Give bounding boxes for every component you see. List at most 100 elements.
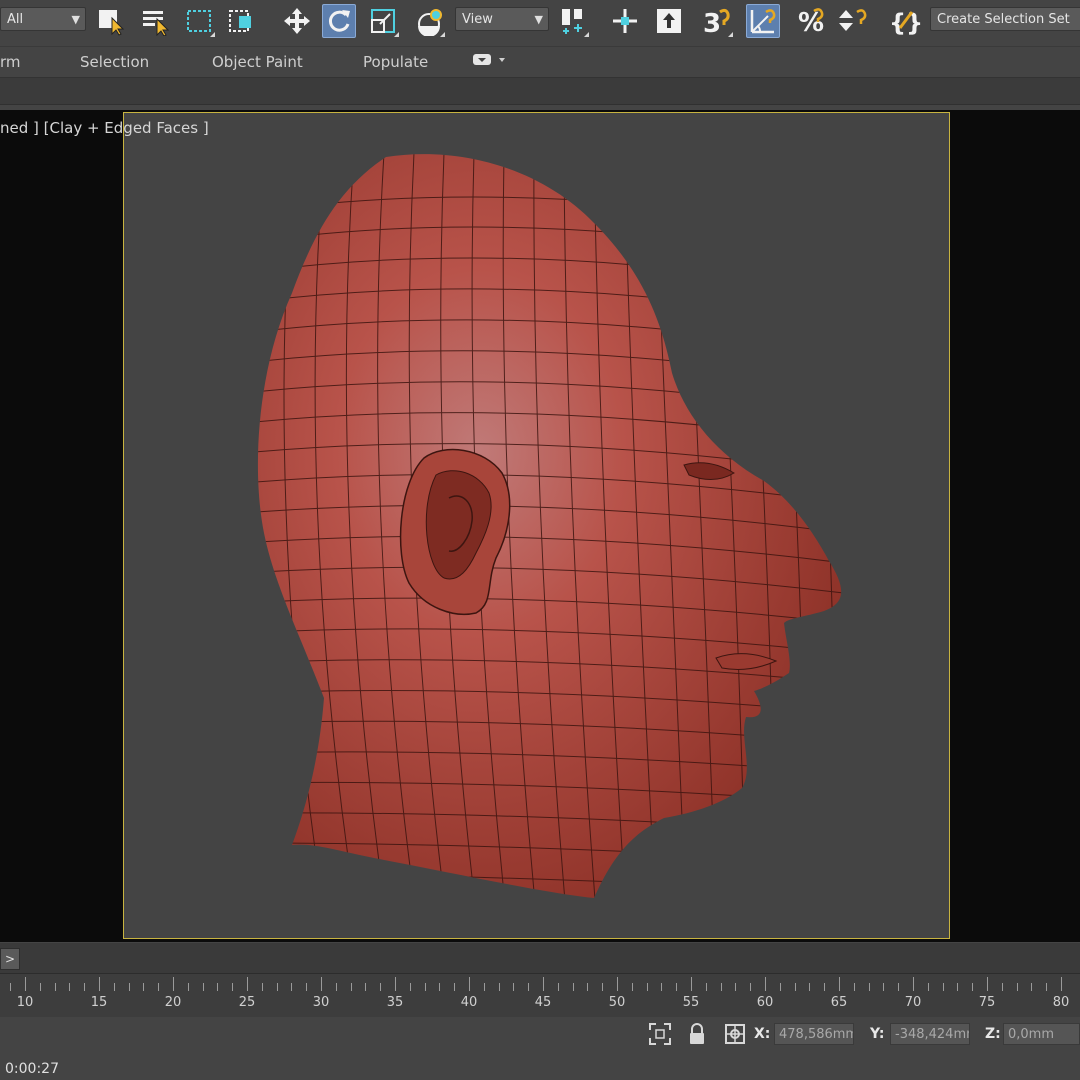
tab-object-paint[interactable]: Object Paint <box>212 53 303 71</box>
trackbar-tick <box>750 983 752 991</box>
trackbar-tick <box>113 983 115 991</box>
trackbar-tick <box>187 983 189 991</box>
angle-snap-icon <box>750 9 776 34</box>
trackbar-tick <box>883 983 885 991</box>
ribbon-options-icon <box>473 54 505 65</box>
select-by-name-button[interactable] <box>138 4 172 38</box>
trackbar-tick <box>39 983 41 991</box>
flyout-indicator <box>210 32 215 37</box>
trackbar-tick <box>735 983 737 991</box>
move-icon <box>284 8 310 34</box>
trackbar-tick <box>720 983 722 991</box>
trackbar-tick <box>898 983 900 991</box>
trackbar-tick-label: 70 <box>904 995 922 1010</box>
trackbar-tick <box>454 983 456 991</box>
trackbar-tick <box>972 983 974 991</box>
tab-freeform[interactable]: rm <box>0 53 21 71</box>
percent-snap-toggle-button[interactable]: % <box>794 4 828 38</box>
trackbar-tick-label: 75 <box>978 995 996 1010</box>
trackbar-tick-label: 50 <box>608 995 626 1010</box>
trackbar-tick-label: 20 <box>164 995 182 1010</box>
select-object-button[interactable] <box>94 4 128 38</box>
trackbar-tick <box>868 983 870 991</box>
z-label: Z: <box>985 1026 1001 1042</box>
y-coordinate-field[interactable]: -348,424mm <box>890 1023 970 1045</box>
select-and-scale-button[interactable] <box>366 4 400 38</box>
main-toolbar: All ▼ View ▼ 3 % {} Create Selection Se… <box>0 0 1080 47</box>
trackbar-tick <box>498 983 500 991</box>
trackbar-tick <box>927 983 929 991</box>
trackbar-tick <box>765 977 766 991</box>
lock-icon <box>690 1023 704 1044</box>
tab-populate[interactable]: Populate <box>363 53 428 71</box>
x-coordinate-field[interactable]: 478,586mm <box>774 1023 854 1045</box>
selection-filter-value: All <box>7 12 24 27</box>
time-slider[interactable]: > <box>0 943 1080 973</box>
snaps-toggle-button[interactable]: 3 <box>700 4 734 38</box>
trackbar-tick <box>469 977 470 991</box>
trackbar-tick <box>84 983 86 991</box>
tab-selection[interactable]: Selection <box>80 53 149 71</box>
trackbar-tick <box>350 983 352 991</box>
trackbar-tick <box>424 983 426 991</box>
trackbar-tick <box>1046 983 1048 991</box>
angle-snap-toggle-button[interactable] <box>746 4 780 38</box>
trackbar-tick <box>957 983 959 991</box>
trackbar-tick <box>335 983 337 991</box>
trackbar-tick <box>158 983 160 991</box>
trackbar-tick-label: 40 <box>460 995 478 1010</box>
trackbar-tick-label: 15 <box>90 995 108 1010</box>
trackbar-tick <box>942 983 944 991</box>
percent-snap-icon: % <box>798 8 824 36</box>
trackbar-tick <box>380 983 382 991</box>
trackbar-tick <box>572 983 574 991</box>
edit-named-selection-sets-button[interactable]: { } <box>888 4 922 38</box>
select-and-rotate-button[interactable] <box>322 4 356 38</box>
isolate-selection-button[interactable] <box>648 1022 672 1050</box>
trackbar-tick <box>202 983 204 991</box>
trackbar-tick-label: 55 <box>682 995 700 1010</box>
named-selection-placeholder: Create Selection Set <box>937 12 1070 27</box>
pivot-point-center-button[interactable] <box>556 4 590 38</box>
trackbar-ticks <box>0 977 1080 991</box>
trackbar-tick <box>276 983 278 991</box>
trackbar-tick <box>1001 983 1003 991</box>
rectangular-selection-button[interactable] <box>182 4 216 38</box>
chevron-down-icon: ▼ <box>534 13 543 26</box>
perspective-viewport[interactable]: ned ] [Clay + Edged Faces ] <box>0 110 1080 942</box>
trackbar-tick <box>128 983 130 991</box>
spinner-snap-icon <box>839 9 867 31</box>
trackbar-tick <box>839 977 840 991</box>
selection-filter-dropdown[interactable]: All ▼ <box>0 7 86 31</box>
spinner-snap-toggle-button[interactable] <box>836 4 870 38</box>
select-and-place-button[interactable] <box>412 4 446 38</box>
select-and-manipulate-button[interactable] <box>608 4 642 38</box>
flyout-indicator <box>584 32 589 37</box>
chevron-down-icon: ▼ <box>71 13 80 26</box>
absolute-mode-transform-toggle[interactable] <box>723 1022 747 1050</box>
named-selection-sets-dropdown[interactable]: Create Selection Set <box>930 7 1080 31</box>
svg-text:}: } <box>906 9 922 36</box>
trackbar[interactable]: 10 15 20 25 30 35 40 45 50 55 60 65 70 75 80 <box>0 973 1080 1018</box>
ribbon-options-button[interactable] <box>472 52 508 72</box>
trackbar-tick <box>483 983 485 991</box>
trackbar-tick <box>365 983 367 991</box>
time-slider-next-button[interactable]: > <box>0 948 20 970</box>
select-and-move-button[interactable] <box>280 4 314 38</box>
trackbar-tick <box>587 983 589 991</box>
svg-text:%: % <box>798 8 824 36</box>
trackbar-tick <box>291 983 293 991</box>
trackbar-tick-label: 25 <box>238 995 256 1010</box>
trackbar-tick <box>321 977 322 991</box>
trackbar-tick <box>705 983 707 991</box>
z-coordinate-field[interactable]: 0,0mm <box>1003 1023 1080 1045</box>
trackbar-tick <box>809 983 811 991</box>
trackbar-tick <box>602 983 604 991</box>
reference-coordinate-dropdown[interactable]: View ▼ <box>455 7 549 31</box>
window-crossing-button[interactable] <box>224 4 258 38</box>
viewport-label[interactable]: ned ] [Clay + Edged Faces ] <box>0 119 209 137</box>
trackbar-tick-label: 60 <box>756 995 774 1010</box>
trackbar-tick <box>261 983 263 991</box>
selection-lock-toggle[interactable] <box>686 1022 708 1050</box>
keyboard-shortcut-override-button[interactable] <box>652 4 686 38</box>
